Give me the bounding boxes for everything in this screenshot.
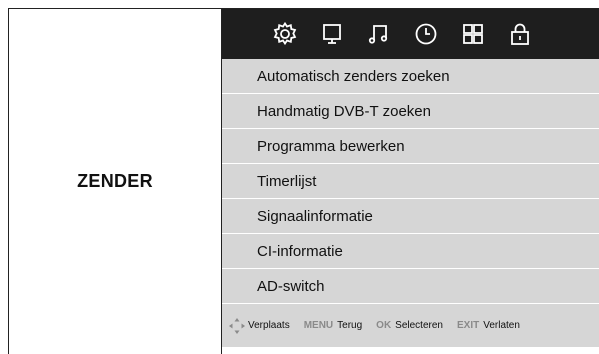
menu-item-timer-list[interactable]: Timerlijst (222, 164, 599, 199)
menu-item-manual-dvbt[interactable]: Handmatig DVB-T zoeken (222, 94, 599, 129)
zender-menu: Automatisch zenders zoeken Handmatig DVB… (222, 59, 599, 304)
menu-item-ad-switch[interactable]: AD-switch (222, 269, 599, 304)
menu-item-label: Programma bewerken (257, 137, 405, 155)
navigation-arrows-icon (229, 317, 245, 334)
menu-item-signal-info[interactable]: Signaalinformatie (222, 199, 599, 234)
menu-item-label: CI-informatie (257, 242, 343, 260)
settings-gear-icon[interactable] (272, 21, 298, 47)
ok-hint-label: Selecteren (395, 320, 443, 331)
lock-icon[interactable] (507, 21, 533, 47)
section-title: ZENDER (77, 171, 153, 191)
menu-item-label: Signaalinformatie (257, 207, 373, 225)
menu-item-program-edit[interactable]: Programma bewerken (222, 129, 599, 164)
menu-item-label: AD-switch (257, 277, 325, 295)
menu-item-auto-scan[interactable]: Automatisch zenders zoeken (222, 59, 599, 94)
time-clock-icon[interactable] (413, 21, 439, 47)
menu-item-label: Automatisch zenders zoeken (257, 67, 450, 85)
picture-monitor-icon[interactable] (319, 21, 345, 47)
move-hint-label: Verplaats (248, 320, 290, 331)
category-icon-bar (222, 9, 599, 59)
menu-key: MENU (303, 320, 334, 331)
menu-item-ci-info[interactable]: CI-informatie (222, 234, 599, 269)
menu-item-label: Handmatig DVB-T zoeken (257, 102, 431, 120)
exit-key: EXIT (456, 320, 480, 331)
key-hint-bar: Verplaats MENU Terug OK Selecteren EXIT … (222, 304, 599, 347)
apps-grid-icon[interactable] (460, 21, 486, 47)
menu-hint-label: Terug (337, 320, 363, 331)
menu-item-label: Timerlijst (257, 172, 317, 190)
menu-panel: Automatisch zenders zoeken Handmatig DVB… (222, 9, 599, 354)
exit-hint-label: Verlaten (483, 320, 520, 331)
sound-music-icon[interactable] (366, 21, 392, 47)
ok-key: OK (376, 320, 392, 331)
section-panel: ZENDER (9, 9, 221, 354)
